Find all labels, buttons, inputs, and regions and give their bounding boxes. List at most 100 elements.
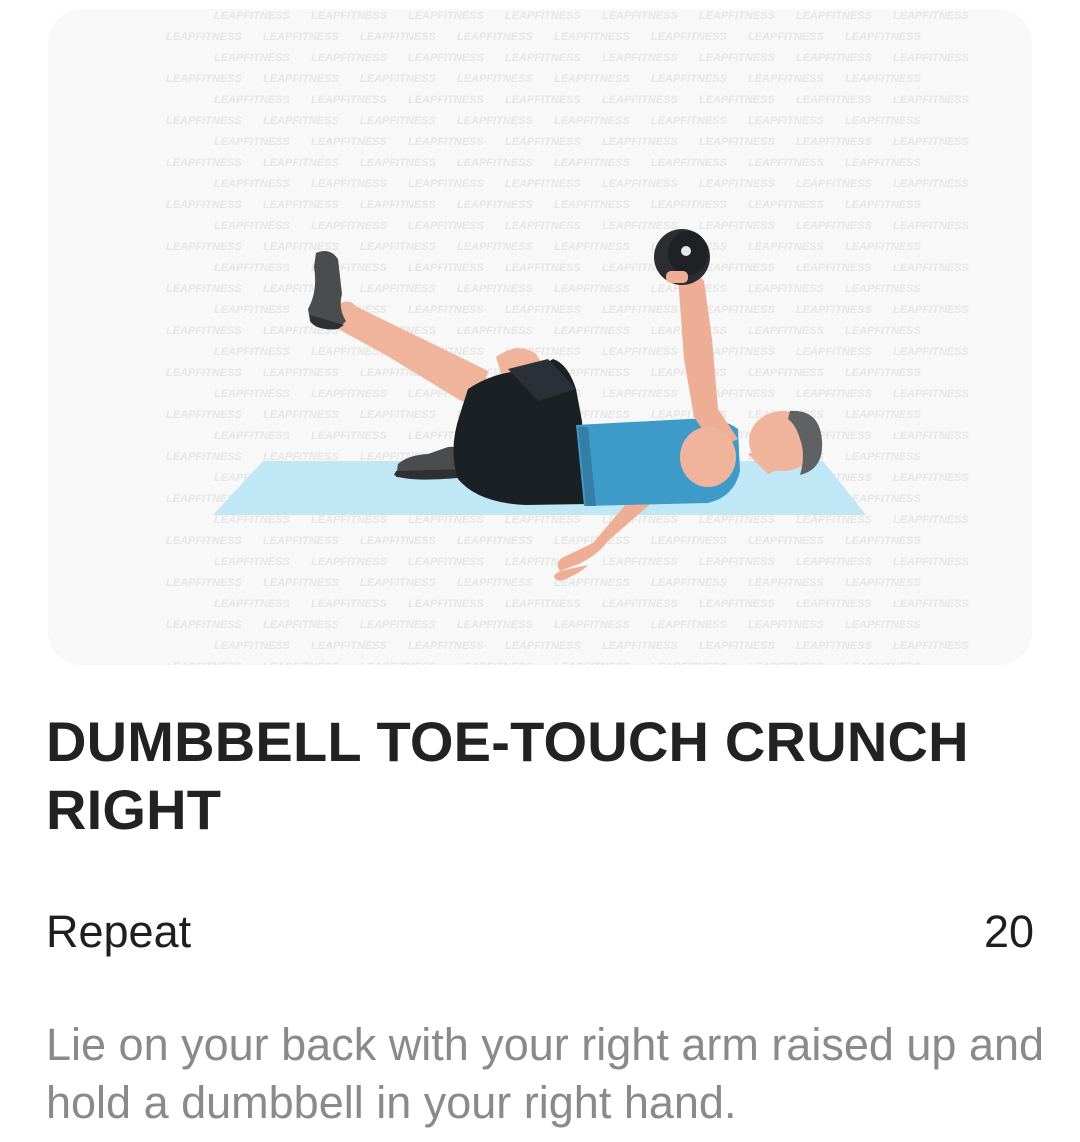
svg-text:LEAPFITNESS: LEAPFITNESS [311,388,387,400]
svg-text:LEAPFITNESS: LEAPFITNESS [893,262,969,274]
svg-text:LEAPFITNESS: LEAPFITNESS [651,199,727,211]
svg-text:LEAPFITNESS: LEAPFITNESS [893,10,969,22]
svg-text:LEAPFITNESS: LEAPFITNESS [263,73,339,85]
svg-text:LEAPFITNESS: LEAPFITNESS [408,220,484,232]
svg-text:LEAPFITNESS: LEAPFITNESS [554,241,630,253]
svg-text:LEAPFITNESS: LEAPFITNESS [796,304,872,316]
svg-text:LEAPFITNESS: LEAPFITNESS [893,388,969,400]
svg-text:LEAPFITNESS: LEAPFITNESS [166,409,242,421]
svg-text:LEAPFITNESS: LEAPFITNESS [796,52,872,64]
svg-text:LEAPFITNESS: LEAPFITNESS [699,220,775,232]
svg-text:LEAPFITNESS: LEAPFITNESS [408,556,484,568]
svg-text:LEAPFITNESS: LEAPFITNESS [748,283,824,295]
repeat-row: Repeat 20 [46,902,1034,962]
svg-text:LEAPFITNESS: LEAPFITNESS [554,157,630,169]
svg-text:LEAPFITNESS: LEAPFITNESS [214,10,290,22]
svg-text:LEAPFITNESS: LEAPFITNESS [214,52,290,64]
svg-text:LEAPFITNESS: LEAPFITNESS [796,514,872,526]
svg-text:LEAPFITNESS: LEAPFITNESS [263,115,339,127]
svg-text:LEAPFITNESS: LEAPFITNESS [166,199,242,211]
svg-text:LEAPFITNESS: LEAPFITNESS [166,661,242,665]
svg-text:LEAPFITNESS: LEAPFITNESS [699,556,775,568]
svg-text:LEAPFITNESS: LEAPFITNESS [505,220,581,232]
svg-text:LEAPFITNESS: LEAPFITNESS [408,514,484,526]
repeat-label: Repeat [46,906,192,957]
svg-text:LEAPFITNESS: LEAPFITNESS [845,367,921,379]
svg-text:LEAPFITNESS: LEAPFITNESS [408,304,484,316]
svg-text:LEAPFITNESS: LEAPFITNESS [214,640,290,652]
exercise-illustration: LEAPFITNESS LEAPFITNESS LEAPFITNESS LEAPFIT… [166,10,969,665]
svg-text:LEAPFITNESS: LEAPFITNESS [893,598,969,610]
svg-text:LEAPFITNESS: LEAPFITNESS [554,199,630,211]
svg-text:LEAPFITNESS: LEAPFITNESS [554,661,630,665]
svg-text:LEAPFITNESS: LEAPFITNESS [893,430,969,442]
svg-text:LEAPFITNESS: LEAPFITNESS [554,283,630,295]
svg-text:LEAPFITNESS: LEAPFITNESS [845,73,921,85]
svg-text:LEAPFITNESS: LEAPFITNESS [505,304,581,316]
svg-text:LEAPFITNESS: LEAPFITNESS [651,73,727,85]
exercise-description: Lie on your back with your right arm rai… [46,1019,1045,1128]
svg-text:LEAPFITNESS: LEAPFITNESS [457,577,533,589]
svg-text:LEAPFITNESS: LEAPFITNESS [845,409,921,421]
svg-text:LEAPFITNESS: LEAPFITNESS [408,52,484,64]
svg-text:LEAPFITNESS: LEAPFITNESS [748,577,824,589]
svg-text:LEAPFITNESS: LEAPFITNESS [214,178,290,190]
svg-text:LEAPFITNESS: LEAPFITNESS [505,94,581,106]
svg-text:LEAPFITNESS: LEAPFITNESS [457,283,533,295]
svg-text:LEAPFITNESS: LEAPFITNESS [796,556,872,568]
svg-text:LEAPFITNESS: LEAPFITNESS [457,115,533,127]
svg-text:LEAPFITNESS: LEAPFITNESS [505,178,581,190]
svg-text:LEAPFITNESS: LEAPFITNESS [457,157,533,169]
svg-text:LEAPFITNESS: LEAPFITNESS [360,157,436,169]
svg-text:LEAPFITNESS: LEAPFITNESS [408,640,484,652]
svg-text:LEAPFITNESS: LEAPFITNESS [796,640,872,652]
svg-text:LEAPFITNESS: LEAPFITNESS [263,409,339,421]
repeat-count: 20 [983,906,1034,957]
svg-text:LEAPFITNESS: LEAPFITNESS [360,31,436,43]
svg-text:LEAPFITNESS: LEAPFITNESS [166,283,242,295]
svg-text:LEAPFITNESS: LEAPFITNESS [408,178,484,190]
svg-text:LEAPFITNESS: LEAPFITNESS [214,430,290,442]
svg-text:LEAPFITNESS: LEAPFITNESS [311,556,387,568]
svg-text:LEAPFITNESS: LEAPFITNESS [457,199,533,211]
svg-text:LEAPFITNESS: LEAPFITNESS [651,157,727,169]
svg-text:LEAPFITNESS: LEAPFITNESS [311,598,387,610]
exercise-title: DUMBBELL TOE-TOUCH CRUNCH RIGHT [46,710,969,841]
svg-text:LEAPFITNESS: LEAPFITNESS [263,367,339,379]
svg-text:LEAPFITNESS: LEAPFITNESS [602,94,678,106]
svg-text:LEAPFITNESS: LEAPFITNESS [263,577,339,589]
svg-text:LEAPFITNESS: LEAPFITNESS [554,619,630,631]
svg-text:LEAPFITNESS: LEAPFITNESS [845,325,921,337]
svg-text:LEAPFITNESS: LEAPFITNESS [748,241,824,253]
svg-text:LEAPFITNESS: LEAPFITNESS [893,514,969,526]
svg-text:LEAPFITNESS: LEAPFITNESS [457,535,533,547]
svg-text:LEAPFITNESS: LEAPFITNESS [311,640,387,652]
svg-text:LEAPFITNESS: LEAPFITNESS [214,94,290,106]
svg-text:LEAPFITNESS: LEAPFITNESS [845,241,921,253]
svg-text:LEAPFITNESS: LEAPFITNESS [699,598,775,610]
svg-text:LEAPFITNESS: LEAPFITNESS [893,178,969,190]
svg-text:LEAPFITNESS: LEAPFITNESS [651,535,727,547]
svg-text:LEAPFITNESS: LEAPFITNESS [651,619,727,631]
svg-text:LEAPFITNESS: LEAPFITNESS [214,388,290,400]
svg-text:LEAPFITNESS: LEAPFITNESS [505,514,581,526]
svg-text:LEAPFITNESS: LEAPFITNESS [311,136,387,148]
svg-text:LEAPFITNESS: LEAPFITNESS [166,367,242,379]
svg-text:LEAPFITNESS: LEAPFITNESS [214,556,290,568]
svg-text:LEAPFITNESS: LEAPFITNESS [311,178,387,190]
svg-text:LEAPFITNESS: LEAPFITNESS [457,619,533,631]
svg-text:LEAPFITNESS: LEAPFITNESS [408,598,484,610]
svg-text:LEAPFITNESS: LEAPFITNESS [748,661,824,665]
svg-text:LEAPFITNESS: LEAPFITNESS [263,199,339,211]
svg-text:LEAPFITNESS: LEAPFITNESS [845,283,921,295]
svg-text:LEAPFITNESS: LEAPFITNESS [699,262,775,274]
svg-text:LEAPFITNESS: LEAPFITNESS [166,157,242,169]
svg-text:LEAPFITNESS: LEAPFITNESS [263,535,339,547]
svg-text:LEAPFITNESS: LEAPFITNESS [457,325,533,337]
svg-text:LEAPFITNESS: LEAPFITNESS [505,136,581,148]
svg-text:LEAPFITNESS: LEAPFITNESS [699,10,775,22]
svg-text:LEAPFITNESS: LEAPFITNESS [699,136,775,148]
svg-text:LEAPFITNESS: LEAPFITNESS [408,262,484,274]
svg-text:LEAPFITNESS: LEAPFITNESS [893,472,969,484]
svg-text:LEAPFITNESS: LEAPFITNESS [554,325,630,337]
